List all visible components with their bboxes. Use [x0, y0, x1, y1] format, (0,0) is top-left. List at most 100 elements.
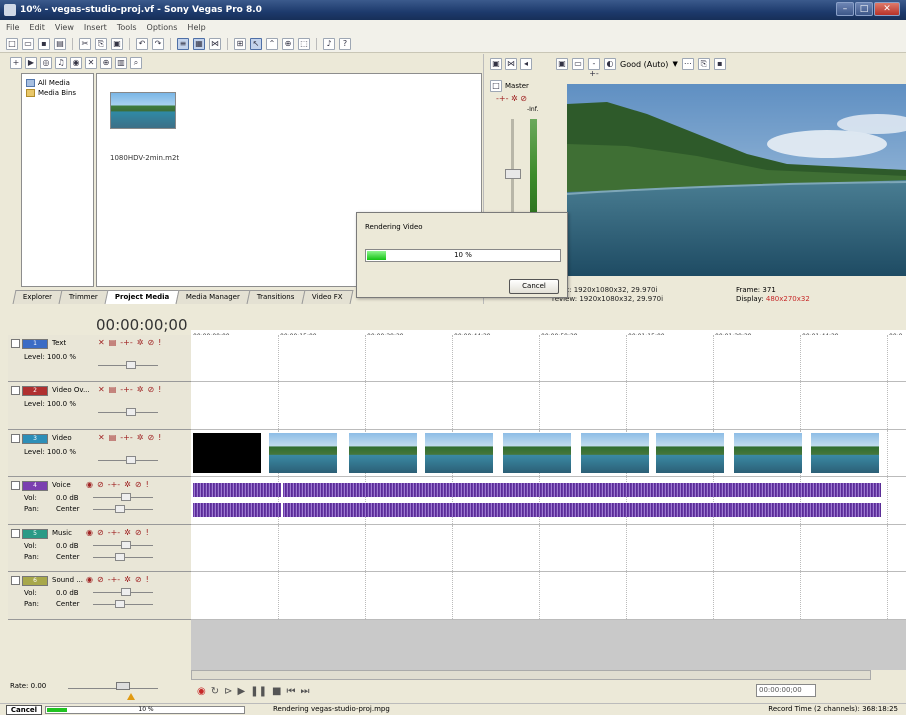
stop-icon[interactable]: ■ — [272, 686, 281, 697]
track-lane[interactable] — [191, 572, 906, 620]
track-fx-icons[interactable]: ✕ ▤ -+- ✲ ⊘! — [98, 338, 161, 347]
vol-slider[interactable] — [93, 493, 153, 501]
fx-chain-icon[interactable]: -+- — [108, 528, 120, 537]
collapse-icon[interactable] — [11, 386, 20, 395]
close-button[interactable]: ✕ — [874, 2, 900, 16]
go-to-start-icon[interactable]: ⏮ — [286, 686, 295, 697]
track-name[interactable]: Video Ov... — [52, 386, 90, 394]
track-header[interactable]: 3 Video ✕ ▤ -+- ✲ ⊘! Level: 100.0 % — [8, 430, 191, 477]
track-lane[interactable] — [191, 382, 906, 430]
fx-chain-icon[interactable]: -+- — [108, 480, 120, 489]
track-lane[interactable] — [191, 430, 906, 477]
collapse-icon[interactable] — [11, 529, 20, 538]
empty-track-area[interactable] — [191, 620, 906, 670]
new-icon[interactable]: □ — [6, 37, 18, 50]
level-slider[interactable] — [98, 361, 158, 369]
level-slider[interactable] — [98, 456, 158, 464]
burn-icon[interactable]: ◉ — [70, 57, 82, 69]
fx-icon[interactable]: -+- — [120, 433, 132, 442]
video-thumbnail[interactable] — [656, 433, 724, 473]
cancel-button[interactable]: Cancel — [509, 279, 559, 294]
loop-icon[interactable]: ↻ — [211, 686, 219, 697]
fx-icon[interactable]: ⊘ — [97, 528, 104, 537]
exclaim-icon[interactable]: ! — [146, 575, 149, 584]
mixer-properties-icon[interactable]: ▣ — [490, 58, 502, 70]
go-to-end-icon[interactable]: ⏭ — [300, 686, 309, 697]
menu-options[interactable]: Options — [147, 23, 178, 32]
pan-slider[interactable] — [93, 505, 153, 513]
track-header[interactable]: 1 Text ✕ ▤ -+- ✲ ⊘! Level: 100.0 % — [8, 335, 191, 382]
exclaim-icon[interactable]: ! — [146, 528, 149, 537]
split-screen-icon[interactable]: ◐ — [604, 58, 616, 70]
cut-icon[interactable]: ✂ — [79, 37, 91, 50]
save-snapshot-icon[interactable]: ▪ — [713, 58, 726, 70]
preview-fx-icon[interactable]: -+- — [588, 58, 600, 78]
track-header[interactable]: 4 Voice ◉ ⊘ -+- ✲ ⊘! Vol: 0.0 dB Pan: Center — [8, 477, 191, 525]
video-thumbnail[interactable] — [349, 433, 417, 473]
menu-help[interactable]: Help — [187, 23, 205, 32]
solo-icon[interactable]: ⊘ — [147, 385, 154, 394]
track-lane[interactable] — [191, 335, 906, 382]
arm-record-icon[interactable]: ◉ — [86, 575, 93, 584]
composite-icon[interactable]: ▤ — [109, 385, 117, 394]
tab-media-manager[interactable]: Media Manager — [175, 290, 251, 304]
chevron-down-icon[interactable]: ▼ — [672, 60, 677, 68]
menu-file[interactable]: File — [6, 23, 19, 32]
solo-icon[interactable]: ⊘ — [135, 480, 142, 489]
get-media-icon[interactable]: ◎ — [40, 57, 52, 69]
video-thumbnail[interactable] — [425, 433, 493, 473]
track-fx-icons[interactable]: ◉ ⊘ -+- ✲ ⊘! — [86, 528, 149, 537]
redo-icon[interactable]: ↷ — [152, 37, 164, 50]
maximize-button[interactable]: □ — [855, 2, 873, 16]
import-media-icon[interactable]: + — [10, 57, 22, 69]
track-fx-icons[interactable]: ◉ ⊘ -+- ✲ ⊘! — [86, 575, 149, 584]
properties-icon[interactable]: ▤ — [54, 37, 66, 50]
timeline-scrollbar[interactable] — [191, 670, 871, 680]
pause-icon[interactable]: ❚❚ — [250, 686, 267, 697]
edit-tool-icon[interactable]: ↖ — [250, 37, 262, 50]
crossfade-icon[interactable]: ⋈ — [209, 37, 221, 50]
video-thumbnail[interactable] — [734, 433, 802, 473]
selection-tool-icon[interactable]: ⬚ — [298, 37, 310, 50]
audio-waveform[interactable] — [731, 483, 881, 497]
solo-icon[interactable]: ⊘ — [135, 575, 142, 584]
exclaim-icon[interactable]: ! — [158, 385, 161, 394]
track-header[interactable]: 2 Video Ov... ✕ ▤ -+- ✲ ⊘! Level: 100.0 % — [8, 382, 191, 430]
motion-icon[interactable]: ✕ — [98, 385, 105, 394]
solo-icon[interactable]: ⊘ — [147, 433, 154, 442]
ripple-icon[interactable]: ≡ — [177, 37, 189, 50]
mute-icon[interactable]: ✲ — [124, 528, 131, 537]
overlays-icon[interactable]: ⋯ — [681, 58, 694, 70]
play-icon[interactable]: ▶ — [238, 686, 246, 697]
exclaim-icon[interactable]: ! — [158, 338, 161, 347]
composite-icon[interactable]: ▤ — [109, 338, 117, 347]
master-fx-icons[interactable]: -+- ✲ ⊘ — [496, 94, 527, 103]
composite-icon[interactable]: ▤ — [109, 433, 117, 442]
arm-record-icon[interactable]: ◉ — [86, 480, 93, 489]
help-icon[interactable]: ? — [339, 37, 351, 50]
motion-icon[interactable]: ✕ — [98, 433, 105, 442]
tab-explorer[interactable]: Explorer — [12, 290, 63, 304]
collapse-icon[interactable] — [11, 481, 20, 490]
exclaim-icon[interactable]: ! — [158, 433, 161, 442]
mute-icon[interactable]: ✲ — [137, 385, 144, 394]
tab-video-fx[interactable]: Video FX — [301, 290, 353, 304]
remove-media-icon[interactable]: ✕ — [85, 57, 97, 69]
exclaim-icon[interactable]: ! — [146, 480, 149, 489]
record-icon[interactable]: ◉ — [197, 686, 206, 697]
vol-slider[interactable] — [93, 541, 153, 549]
preview-quality-select[interactable]: Good (Auto) — [620, 60, 668, 69]
track-name[interactable]: Music — [52, 529, 72, 537]
arm-record-icon[interactable]: ◉ — [86, 528, 93, 537]
audio-waveform[interactable] — [193, 483, 281, 497]
master-bus-icon[interactable]: □ — [490, 80, 502, 92]
envelope-tool-icon[interactable]: ⌃ — [266, 37, 278, 50]
pan-slider[interactable] — [93, 553, 153, 561]
cursor-time-field[interactable]: 00:00:00;00 — [756, 684, 816, 697]
tree-item-media-bins[interactable]: Media Bins — [22, 88, 93, 98]
level-slider[interactable] — [98, 408, 158, 416]
video-thumbnail[interactable] — [581, 433, 649, 473]
capture-icon[interactable]: ▶ — [25, 57, 37, 69]
track-fx-icons[interactable]: ✕ ▤ -+- ✲ ⊘! — [98, 385, 161, 394]
search-icon[interactable]: ⌕ — [130, 57, 142, 69]
